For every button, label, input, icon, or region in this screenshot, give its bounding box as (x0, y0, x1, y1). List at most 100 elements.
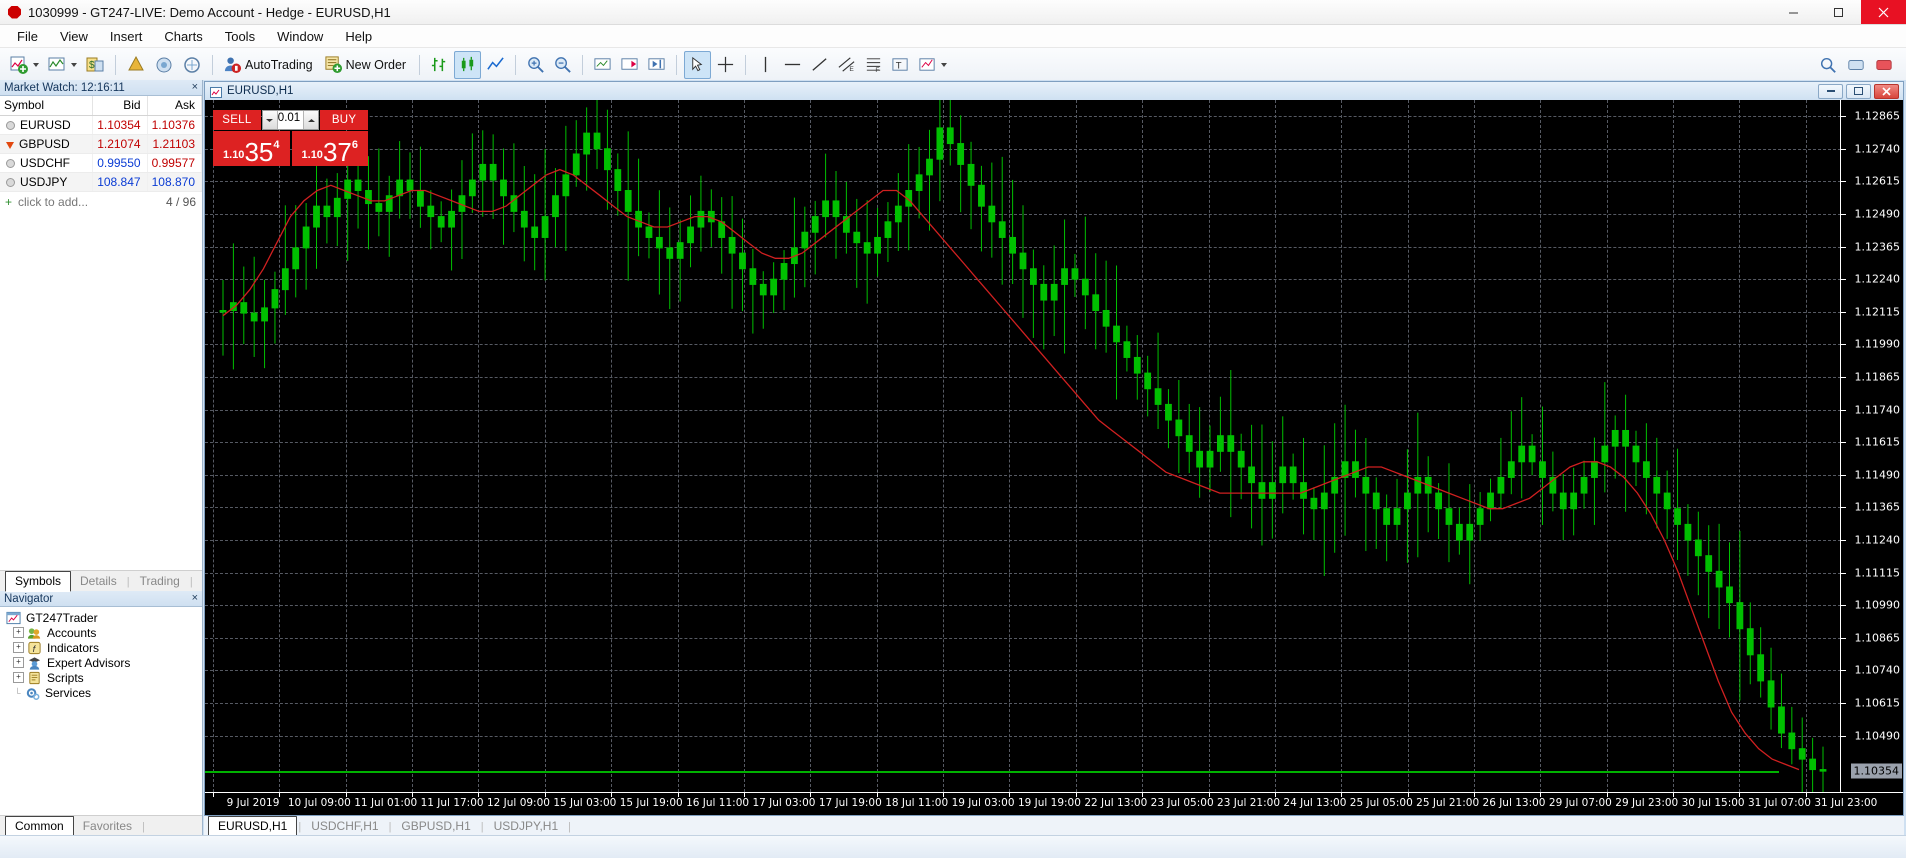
volume-stepper[interactable]: 0.01 (262, 110, 319, 130)
vertical-line-button[interactable] (753, 52, 778, 78)
fibonacci-button[interactable]: F (861, 52, 886, 78)
navigator-tree: GT247Trader +Accounts+fIndicators+Expert… (0, 607, 202, 815)
line-chart-button[interactable] (483, 52, 508, 78)
data-window-button[interactable] (151, 52, 177, 78)
price-axis[interactable]: 1.128651.127401.126151.124901.123651.122… (1840, 100, 1903, 792)
tab-details[interactable]: Details (71, 572, 126, 591)
table-row[interactable]: USDCHF0.995500.99577 (0, 154, 202, 173)
menu-insert[interactable]: Insert (99, 27, 154, 46)
tab-trading[interactable]: Trading (131, 572, 189, 591)
menu-view[interactable]: View (49, 27, 99, 46)
buy-price-display[interactable]: 1.10 37 6 (292, 131, 369, 166)
expand-icon[interactable]: + (13, 672, 24, 683)
price-label: 1.12740 (1855, 142, 1901, 155)
menu-charts[interactable]: Charts (153, 27, 213, 46)
volume-input[interactable]: 0.01 (278, 111, 303, 129)
table-row[interactable]: USDJPY108.847108.870 (0, 173, 202, 192)
chart-minimize-button[interactable] (1818, 84, 1843, 99)
chart-area: EURUSD,H1 (203, 80, 1906, 836)
chevron-down-icon[interactable] (941, 63, 947, 67)
equidistant-channel-button[interactable]: E (834, 52, 859, 78)
expand-icon[interactable]: + (13, 642, 24, 653)
chart-tab-usdchf[interactable]: USDCHF,H1 (302, 817, 387, 836)
toolbar-separator (745, 55, 746, 75)
zoom-in-button[interactable] (523, 52, 548, 78)
plus-icon: + (5, 195, 12, 209)
text-button[interactable]: T (888, 52, 913, 78)
chart-shift-end-button[interactable] (644, 52, 669, 78)
market-icon[interactable] (1872, 52, 1896, 78)
close-button[interactable] (1861, 0, 1906, 24)
new-chart-button[interactable] (6, 52, 42, 78)
buy-button[interactable]: BUY (320, 110, 368, 130)
expand-icon[interactable]: + (13, 627, 24, 638)
menu-window[interactable]: Window (266, 27, 334, 46)
tab-common[interactable]: Common (5, 816, 74, 837)
minimize-button[interactable] (1771, 0, 1816, 24)
price-tick (1841, 377, 1846, 378)
cursor-button[interactable] (684, 51, 711, 79)
tab-symbols[interactable]: Symbols (5, 571, 71, 592)
zoom-out-button[interactable] (550, 52, 575, 78)
chart-canvas[interactable]: 1.128651.127401.126151.124901.123651.122… (205, 100, 1903, 792)
bar-chart-button[interactable] (427, 52, 452, 78)
navigator-item-scripts[interactable]: +Scripts (13, 670, 202, 685)
table-row[interactable]: EURUSD1.103541.10376 (0, 116, 202, 135)
market-watch-close-icon[interactable]: × (192, 82, 198, 93)
terminal-button[interactable] (179, 52, 205, 78)
toolbar: $ AutoTrading New Order (0, 48, 1906, 82)
chart-close-button[interactable] (1874, 84, 1899, 99)
chart-restore-button[interactable] (1846, 84, 1871, 99)
time-axis[interactable]: 9 Jul 201910 Jul 09:0011 Jul 01:0011 Jul… (205, 792, 1903, 815)
navigator-close-icon[interactable]: × (192, 593, 198, 604)
auto-scroll-button[interactable] (617, 52, 642, 78)
horizontal-line-button[interactable] (780, 52, 805, 78)
navigator-button[interactable] (123, 52, 149, 78)
sell-price-display[interactable]: 1.10 35 4 (213, 131, 290, 166)
maximize-button[interactable] (1816, 0, 1861, 24)
volume-increase-button[interactable] (303, 111, 318, 129)
market-watch-button[interactable]: $ (82, 52, 108, 78)
click-to-add-row[interactable]: + click to add... 4 / 96 (0, 192, 202, 212)
column-ask[interactable]: Ask (147, 96, 201, 116)
navigator-item-accounts[interactable]: +Accounts (13, 625, 202, 640)
navigator-item-label: Services (45, 686, 91, 700)
time-label: 23 Jul 05:00 (1151, 797, 1214, 809)
chart-tab-usdjpy[interactable]: USDJPY,H1 (485, 817, 567, 836)
sell-button[interactable]: SELL (213, 110, 261, 130)
chevron-down-icon[interactable] (33, 63, 39, 67)
column-bid[interactable]: Bid (93, 96, 147, 116)
menu-file[interactable]: File (6, 27, 49, 46)
cell-ask: 0.99577 (147, 154, 201, 173)
candlestick-chart-button[interactable] (454, 51, 481, 79)
search-icon[interactable] (1816, 52, 1840, 78)
table-row[interactable]: GBPUSD1.210741.21103 (0, 135, 202, 154)
volume-decrease-button[interactable] (263, 111, 278, 129)
crosshair-button[interactable] (713, 52, 738, 78)
navigator-item-expert-advisors[interactable]: +Expert Advisors (13, 655, 202, 670)
timeframe-button[interactable] (915, 52, 950, 78)
chart-plot-area[interactable] (205, 100, 1841, 792)
navigator-item-indicators[interactable]: +fIndicators (13, 640, 202, 655)
profiles-button[interactable] (44, 52, 80, 78)
chart-tab-gbpusd[interactable]: GBPUSD,H1 (392, 817, 479, 836)
column-symbol[interactable]: Symbol (0, 96, 93, 116)
price-tick (1841, 573, 1846, 574)
mql5-community-icon[interactable] (1844, 52, 1868, 78)
chart-tab-eurusd[interactable]: EURUSD,H1 (208, 816, 297, 837)
trendline-button[interactable] (807, 52, 832, 78)
time-label: 25 Jul 05:00 (1350, 797, 1413, 809)
time-tick (1806, 793, 1807, 797)
navigator-root[interactable]: GT247Trader (6, 610, 202, 625)
menu-help[interactable]: Help (334, 27, 383, 46)
new-order-button[interactable]: New Order (321, 52, 412, 78)
autotrading-button[interactable]: AutoTrading (220, 52, 319, 78)
toolbar-separator (419, 55, 420, 75)
navigator-item-services[interactable]: └Services (13, 685, 202, 700)
tab-favorites[interactable]: Favorites (74, 817, 141, 836)
expert-advisors-icon (27, 656, 42, 670)
menu-tools[interactable]: Tools (214, 27, 266, 46)
chevron-down-icon[interactable] (71, 63, 77, 67)
chart-shift-button[interactable] (590, 52, 615, 78)
expand-icon[interactable]: + (13, 657, 24, 668)
